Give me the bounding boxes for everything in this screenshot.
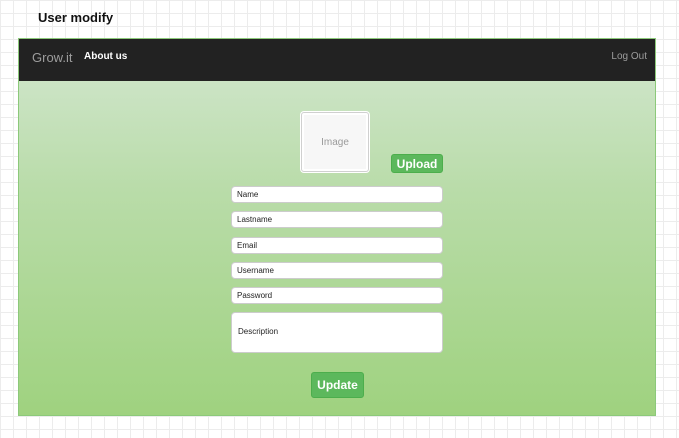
update-button[interactable]: Update: [311, 372, 364, 398]
lastname-field[interactable]: [231, 211, 443, 228]
logout-link[interactable]: Log Out: [611, 51, 647, 62]
app-frame: Grow.it About us Log Out Image Upload Up…: [18, 38, 656, 416]
upload-button[interactable]: Upload: [391, 154, 443, 173]
email-field[interactable]: [231, 237, 443, 254]
navbar: Grow.it About us Log Out: [19, 39, 655, 81]
profile-image-placeholder: Image: [301, 112, 369, 172]
brand-link[interactable]: Grow.it: [32, 50, 72, 65]
page-title: User modify: [38, 10, 114, 25]
username-field[interactable]: [231, 262, 443, 279]
nav-about-us-link[interactable]: About us: [84, 51, 127, 62]
profile-image-label: Image: [321, 136, 349, 148]
password-field[interactable]: [231, 287, 443, 304]
description-field[interactable]: [231, 312, 443, 353]
name-field[interactable]: [231, 186, 443, 203]
